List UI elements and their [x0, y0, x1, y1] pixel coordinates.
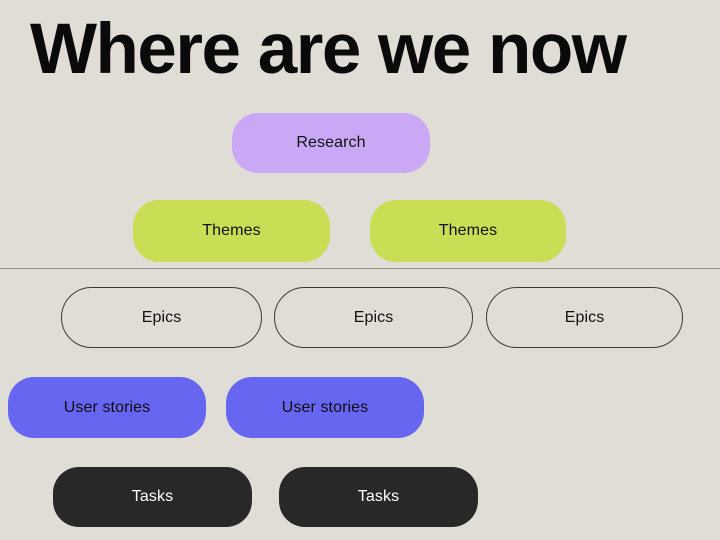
chip-label: Epics	[564, 308, 605, 326]
chip-label: Themes	[202, 222, 261, 239]
chip-label: Tasks	[357, 488, 400, 505]
page-title: Where are we now	[30, 10, 627, 89]
slide-canvas: Where are we now Research Themes Themes …	[0, 0, 720, 540]
chip-label: Themes	[438, 222, 498, 239]
chip-epic-1[interactable]: Epics	[61, 287, 262, 348]
chip-epic-3[interactable]: Epics	[486, 287, 683, 348]
chip-theme-1[interactable]: Themes	[133, 200, 330, 262]
chip-research[interactable]: Research	[232, 113, 430, 173]
chip-label: Epics	[353, 308, 394, 326]
chip-theme-2[interactable]: Themes	[370, 200, 566, 262]
chip-label: Research	[296, 134, 366, 151]
section-divider	[0, 268, 720, 269]
chip-label: Tasks	[131, 488, 174, 505]
chip-label: User stories	[63, 398, 151, 416]
chip-user-stories-2[interactable]: User stories	[226, 377, 424, 438]
chip-tasks-2[interactable]: Tasks	[279, 467, 478, 527]
chip-epic-2[interactable]: Epics	[274, 287, 473, 348]
chip-tasks-1[interactable]: Tasks	[53, 467, 252, 527]
chip-label: Epics	[141, 308, 182, 326]
chip-label: User stories	[281, 398, 369, 416]
chip-user-stories-1[interactable]: User stories	[8, 377, 206, 438]
